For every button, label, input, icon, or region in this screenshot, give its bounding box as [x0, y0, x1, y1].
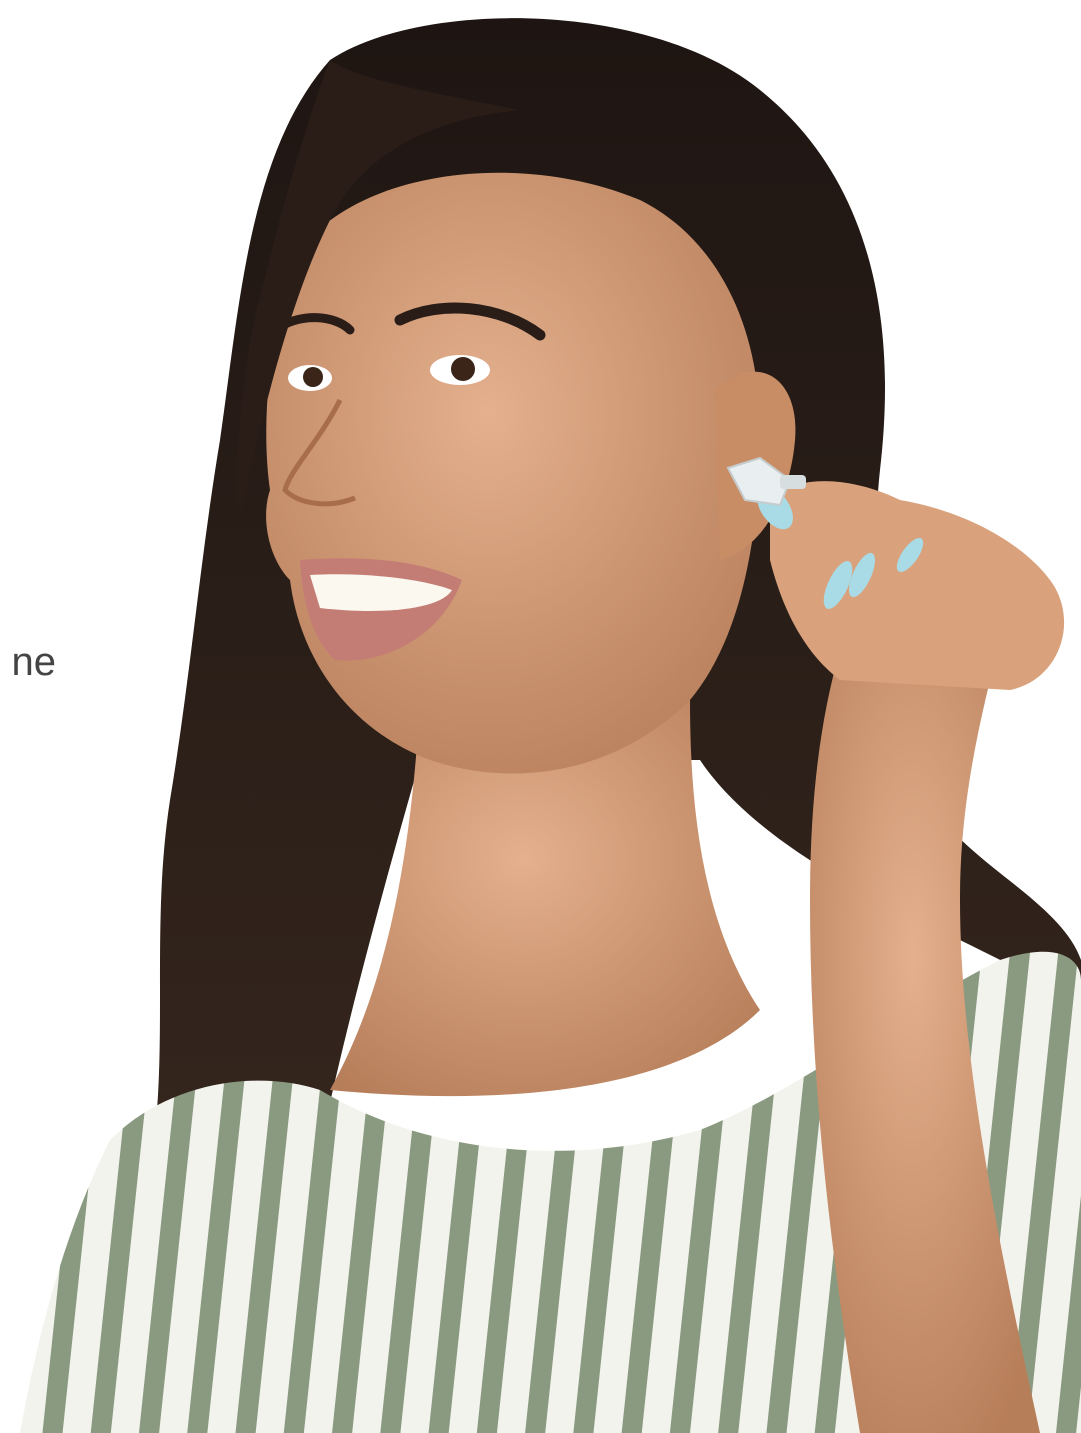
- woman-inserting-earplug-photo: [20, 18, 1081, 1433]
- photo-stage: ne: [0, 0, 1081, 1433]
